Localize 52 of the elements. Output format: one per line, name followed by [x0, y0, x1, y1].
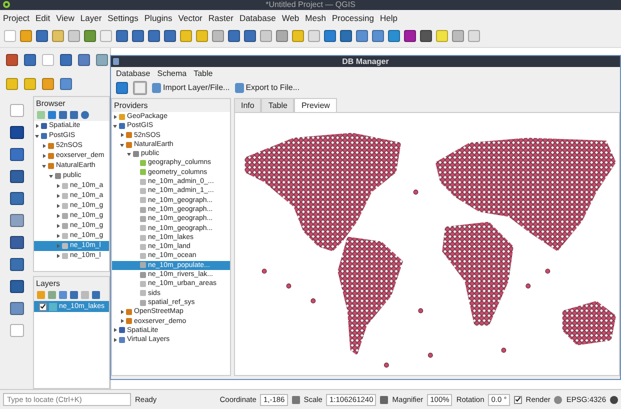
menu-item[interactable]: Raster: [208, 12, 234, 22]
menu-item[interactable]: Database: [239, 12, 276, 22]
menu-item[interactable]: Vector: [178, 12, 202, 22]
expand-arrow-icon[interactable]: [49, 174, 53, 178]
tab[interactable]: Preview: [294, 98, 337, 112]
expand-arrow-icon[interactable]: [56, 184, 60, 188]
window-title: *Untitled Project — QGIS: [266, 0, 356, 10]
expand-arrow-icon[interactable]: [42, 144, 46, 148]
menu-item[interactable]: Layer: [80, 12, 102, 22]
expand-arrow-icon[interactable]: [35, 134, 39, 138]
menu-item[interactable]: Schema: [157, 68, 187, 78]
expand-arrow-icon[interactable]: [42, 164, 46, 168]
menu-item[interactable]: View: [56, 12, 74, 22]
expand-arrow-icon[interactable]: [56, 194, 60, 198]
expand-arrow-icon[interactable]: [113, 338, 117, 342]
menu-item[interactable]: Settings: [108, 12, 138, 22]
expand-arrow-icon[interactable]: [120, 319, 124, 324]
expand-arrow-icon[interactable]: [120, 133, 124, 138]
expand-arrow-icon[interactable]: [113, 328, 117, 332]
menu-item[interactable]: Table: [194, 68, 213, 78]
menu-item[interactable]: Mesh: [305, 12, 326, 22]
expand-arrow-icon[interactable]: [127, 152, 131, 156]
expand-arrow-icon[interactable]: [56, 224, 60, 228]
logo-icon: [3, 1, 10, 8]
layer-color-icon: [49, 302, 57, 310]
expand-arrow-icon[interactable]: [120, 310, 124, 314]
expand-arrow-icon[interactable]: [113, 114, 117, 119]
expand-arrow-icon[interactable]: [113, 124, 117, 128]
menu-item[interactable]: Edit: [35, 12, 50, 22]
menu-item[interactable]: Web: [282, 12, 300, 22]
toolbar-button[interactable]: Export to File...: [234, 82, 300, 92]
expand-arrow-icon[interactable]: [35, 124, 39, 128]
menu-item[interactable]: Plugins: [144, 12, 172, 22]
menu-item[interactable]: Processing: [332, 12, 374, 22]
panel-title: Providers: [112, 99, 230, 112]
window-title: DB Manager: [342, 57, 389, 66]
panel-title: Browser: [34, 97, 109, 110]
menu-item[interactable]: Project: [3, 12, 30, 22]
checkbox[interactable]: [39, 302, 47, 310]
menu-item[interactable]: Help: [380, 12, 398, 22]
panel-title: Layers: [34, 277, 109, 290]
expand-arrow-icon[interactable]: [56, 234, 60, 238]
menu-item[interactable]: Database: [116, 68, 150, 78]
tab[interactable]: Table: [261, 98, 294, 112]
toolbar-button[interactable]: Import Layer/File...: [152, 82, 230, 92]
expand-arrow-icon[interactable]: [42, 154, 46, 158]
expand-arrow-icon[interactable]: [56, 204, 60, 208]
tab[interactable]: Info: [234, 98, 262, 112]
expand-arrow-icon[interactable]: [56, 254, 60, 258]
expand-arrow-icon[interactable]: [120, 142, 124, 147]
render-checkbox[interactable]: [514, 396, 522, 404]
expand-arrow-icon[interactable]: [56, 214, 60, 218]
